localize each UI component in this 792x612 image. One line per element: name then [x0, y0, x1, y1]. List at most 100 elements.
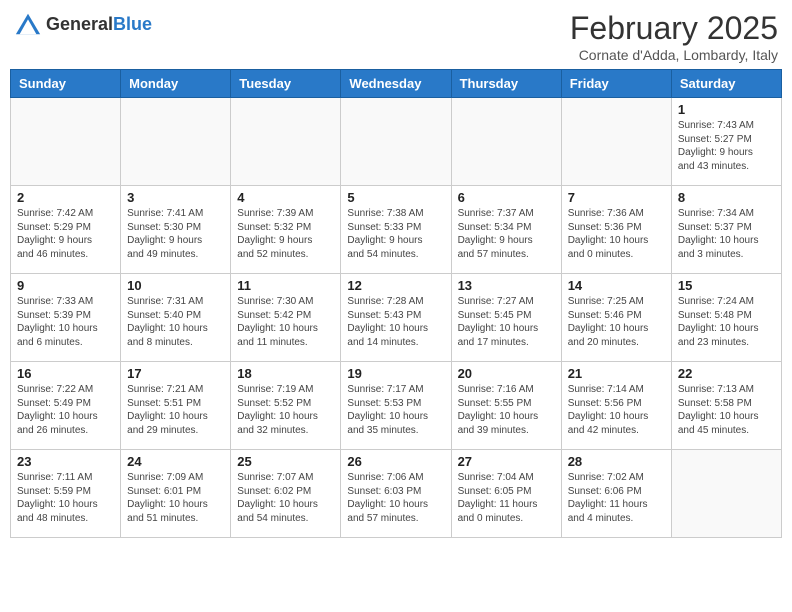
calendar-cell: 10 Sunrise: 7:31 AM Sunset: 5:40 PM Dayli… [121, 274, 231, 362]
weekday-header-saturday: Saturday [671, 70, 781, 98]
day-number: 28 [568, 454, 665, 469]
calendar-cell: 1 Sunrise: 7:43 AM Sunset: 5:27 PM Daylig… [671, 98, 781, 186]
day-number: 16 [17, 366, 114, 381]
day-number: 19 [347, 366, 444, 381]
week-row-4: 16 Sunrise: 7:22 AM Sunset: 5:49 PM Dayli… [11, 362, 782, 450]
calendar-cell [231, 98, 341, 186]
day-info: Sunrise: 7:43 AM Sunset: 5:27 PM Dayligh… [678, 119, 775, 173]
logo-blue-text: Blue [113, 14, 152, 34]
day-info: Sunrise: 7:41 AM Sunset: 5:30 PM Dayligh… [127, 207, 224, 261]
day-info: Sunrise: 7:21 AM Sunset: 5:51 PM Dayligh… [127, 383, 224, 437]
day-number: 5 [347, 190, 444, 205]
day-info: Sunrise: 7:11 AM Sunset: 5:59 PM Dayligh… [17, 471, 114, 525]
day-info: Sunrise: 7:42 AM Sunset: 5:29 PM Dayligh… [17, 207, 114, 261]
day-info: Sunrise: 7:02 AM Sunset: 6:06 PM Dayligh… [568, 471, 665, 525]
weekday-header-wednesday: Wednesday [341, 70, 451, 98]
day-info: Sunrise: 7:25 AM Sunset: 5:46 PM Dayligh… [568, 295, 665, 349]
day-info: Sunrise: 7:27 AM Sunset: 5:45 PM Dayligh… [458, 295, 555, 349]
day-info: Sunrise: 7:04 AM Sunset: 6:05 PM Dayligh… [458, 471, 555, 525]
day-number: 27 [458, 454, 555, 469]
calendar-cell [11, 98, 121, 186]
calendar-cell: 22 Sunrise: 7:13 AM Sunset: 5:58 PM Dayli… [671, 362, 781, 450]
title-block: February 2025 Cornate d'Adda, Lombardy, … [570, 10, 778, 63]
calendar-cell: 18Sunrise: 7:19 AM Sunset: 5:52 PM Dayli… [231, 362, 341, 450]
day-number: 13 [458, 278, 555, 293]
weekday-header-row: SundayMondayTuesdayWednesdayThursdayFrid… [11, 70, 782, 98]
calendar-cell: 23 Sunrise: 7:11 AM Sunset: 5:59 PM Dayli… [11, 450, 121, 538]
weekday-header-tuesday: Tuesday [231, 70, 341, 98]
calendar-cell: 5 Sunrise: 7:38 AM Sunset: 5:33 PM Daylig… [341, 186, 451, 274]
day-info: Sunrise: 7:07 AM Sunset: 6:02 PM Dayligh… [237, 471, 334, 525]
day-info: Sunrise: 7:17 AM Sunset: 5:53 PM Dayligh… [347, 383, 444, 437]
calendar-cell: 13 Sunrise: 7:27 AM Sunset: 5:45 PM Dayli… [451, 274, 561, 362]
day-number: 11 [237, 278, 334, 293]
day-number: 10 [127, 278, 224, 293]
day-number: 3 [127, 190, 224, 205]
day-info: Sunrise: 7:24 AM Sunset: 5:48 PM Dayligh… [678, 295, 775, 349]
day-number: 12 [347, 278, 444, 293]
location: Cornate d'Adda, Lombardy, Italy [570, 47, 778, 63]
day-info: Sunrise: 7:16 AM Sunset: 5:55 PM Dayligh… [458, 383, 555, 437]
week-row-1: 1 Sunrise: 7:43 AM Sunset: 5:27 PM Daylig… [11, 98, 782, 186]
calendar-cell: 4 Sunrise: 7:39 AM Sunset: 5:32 PM Daylig… [231, 186, 341, 274]
calendar-cell [561, 98, 671, 186]
weekday-header-sunday: Sunday [11, 70, 121, 98]
day-number: 6 [458, 190, 555, 205]
day-number: 26 [347, 454, 444, 469]
calendar-cell: 8 Sunrise: 7:34 AM Sunset: 5:37 PM Daylig… [671, 186, 781, 274]
day-info: Sunrise: 7:36 AM Sunset: 5:36 PM Dayligh… [568, 207, 665, 261]
day-number: 4 [237, 190, 334, 205]
day-number: 8 [678, 190, 775, 205]
calendar-cell [341, 98, 451, 186]
weekday-header-thursday: Thursday [451, 70, 561, 98]
day-info: Sunrise: 7:31 AM Sunset: 5:40 PM Dayligh… [127, 295, 224, 349]
month-title: February 2025 [570, 10, 778, 47]
day-number: 18 [237, 366, 334, 381]
day-number: 9 [17, 278, 114, 293]
day-number: 25 [237, 454, 334, 469]
day-info: Sunrise: 7:13 AM Sunset: 5:58 PM Dayligh… [678, 383, 775, 437]
day-info: Sunrise: 7:06 AM Sunset: 6:03 PM Dayligh… [347, 471, 444, 525]
calendar-cell: 19 Sunrise: 7:17 AM Sunset: 5:53 PM Dayli… [341, 362, 451, 450]
day-info: Sunrise: 7:30 AM Sunset: 5:42 PM Dayligh… [237, 295, 334, 349]
day-number: 15 [678, 278, 775, 293]
week-row-2: 2 Sunrise: 7:42 AM Sunset: 5:29 PM Daylig… [11, 186, 782, 274]
logo-general-text: General [46, 14, 113, 34]
calendar-cell: 16 Sunrise: 7:22 AM Sunset: 5:49 PM Dayli… [11, 362, 121, 450]
calendar-cell: 28 Sunrise: 7:02 AM Sunset: 6:06 PM Dayli… [561, 450, 671, 538]
day-info: Sunrise: 7:09 AM Sunset: 6:01 PM Dayligh… [127, 471, 224, 525]
calendar-cell: 9Sunrise: 7:33 AM Sunset: 5:39 PM Daylig… [11, 274, 121, 362]
day-number: 24 [127, 454, 224, 469]
calendar-cell: 26 Sunrise: 7:06 AM Sunset: 6:03 PM Dayli… [341, 450, 451, 538]
calendar-cell: 21Sunrise: 7:14 AM Sunset: 5:56 PM Dayli… [561, 362, 671, 450]
day-info: Sunrise: 7:34 AM Sunset: 5:37 PM Dayligh… [678, 207, 775, 261]
calendar-cell: 2 Sunrise: 7:42 AM Sunset: 5:29 PM Daylig… [11, 186, 121, 274]
calendar-cell: 7Sunrise: 7:36 AM Sunset: 5:36 PM Daylig… [561, 186, 671, 274]
calendar-table: SundayMondayTuesdayWednesdayThursdayFrid… [10, 69, 782, 538]
day-info: Sunrise: 7:39 AM Sunset: 5:32 PM Dayligh… [237, 207, 334, 261]
calendar-cell: 3 Sunrise: 7:41 AM Sunset: 5:30 PM Daylig… [121, 186, 231, 274]
calendar-cell: 24 Sunrise: 7:09 AM Sunset: 6:01 PM Dayli… [121, 450, 231, 538]
page-header: GeneralBlue February 2025 Cornate d'Adda… [10, 10, 782, 63]
calendar-cell: 27 Sunrise: 7:04 AM Sunset: 6:05 PM Dayli… [451, 450, 561, 538]
day-info: Sunrise: 7:28 AM Sunset: 5:43 PM Dayligh… [347, 295, 444, 349]
calendar-cell: 25 Sunrise: 7:07 AM Sunset: 6:02 PM Dayli… [231, 450, 341, 538]
day-number: 14 [568, 278, 665, 293]
day-info: Sunrise: 7:22 AM Sunset: 5:49 PM Dayligh… [17, 383, 114, 437]
calendar-cell: 6 Sunrise: 7:37 AM Sunset: 5:34 PM Daylig… [451, 186, 561, 274]
day-number: 22 [678, 366, 775, 381]
calendar-cell [451, 98, 561, 186]
day-info: Sunrise: 7:38 AM Sunset: 5:33 PM Dayligh… [347, 207, 444, 261]
day-number: 1 [678, 102, 775, 117]
day-number: 21 [568, 366, 665, 381]
day-number: 2 [17, 190, 114, 205]
day-number: 20 [458, 366, 555, 381]
logo: GeneralBlue [14, 10, 152, 38]
weekday-header-friday: Friday [561, 70, 671, 98]
week-row-3: 9Sunrise: 7:33 AM Sunset: 5:39 PM Daylig… [11, 274, 782, 362]
calendar-cell: 11 Sunrise: 7:30 AM Sunset: 5:42 PM Dayli… [231, 274, 341, 362]
day-info: Sunrise: 7:37 AM Sunset: 5:34 PM Dayligh… [458, 207, 555, 261]
day-number: 23 [17, 454, 114, 469]
weekday-header-monday: Monday [121, 70, 231, 98]
calendar-cell [671, 450, 781, 538]
